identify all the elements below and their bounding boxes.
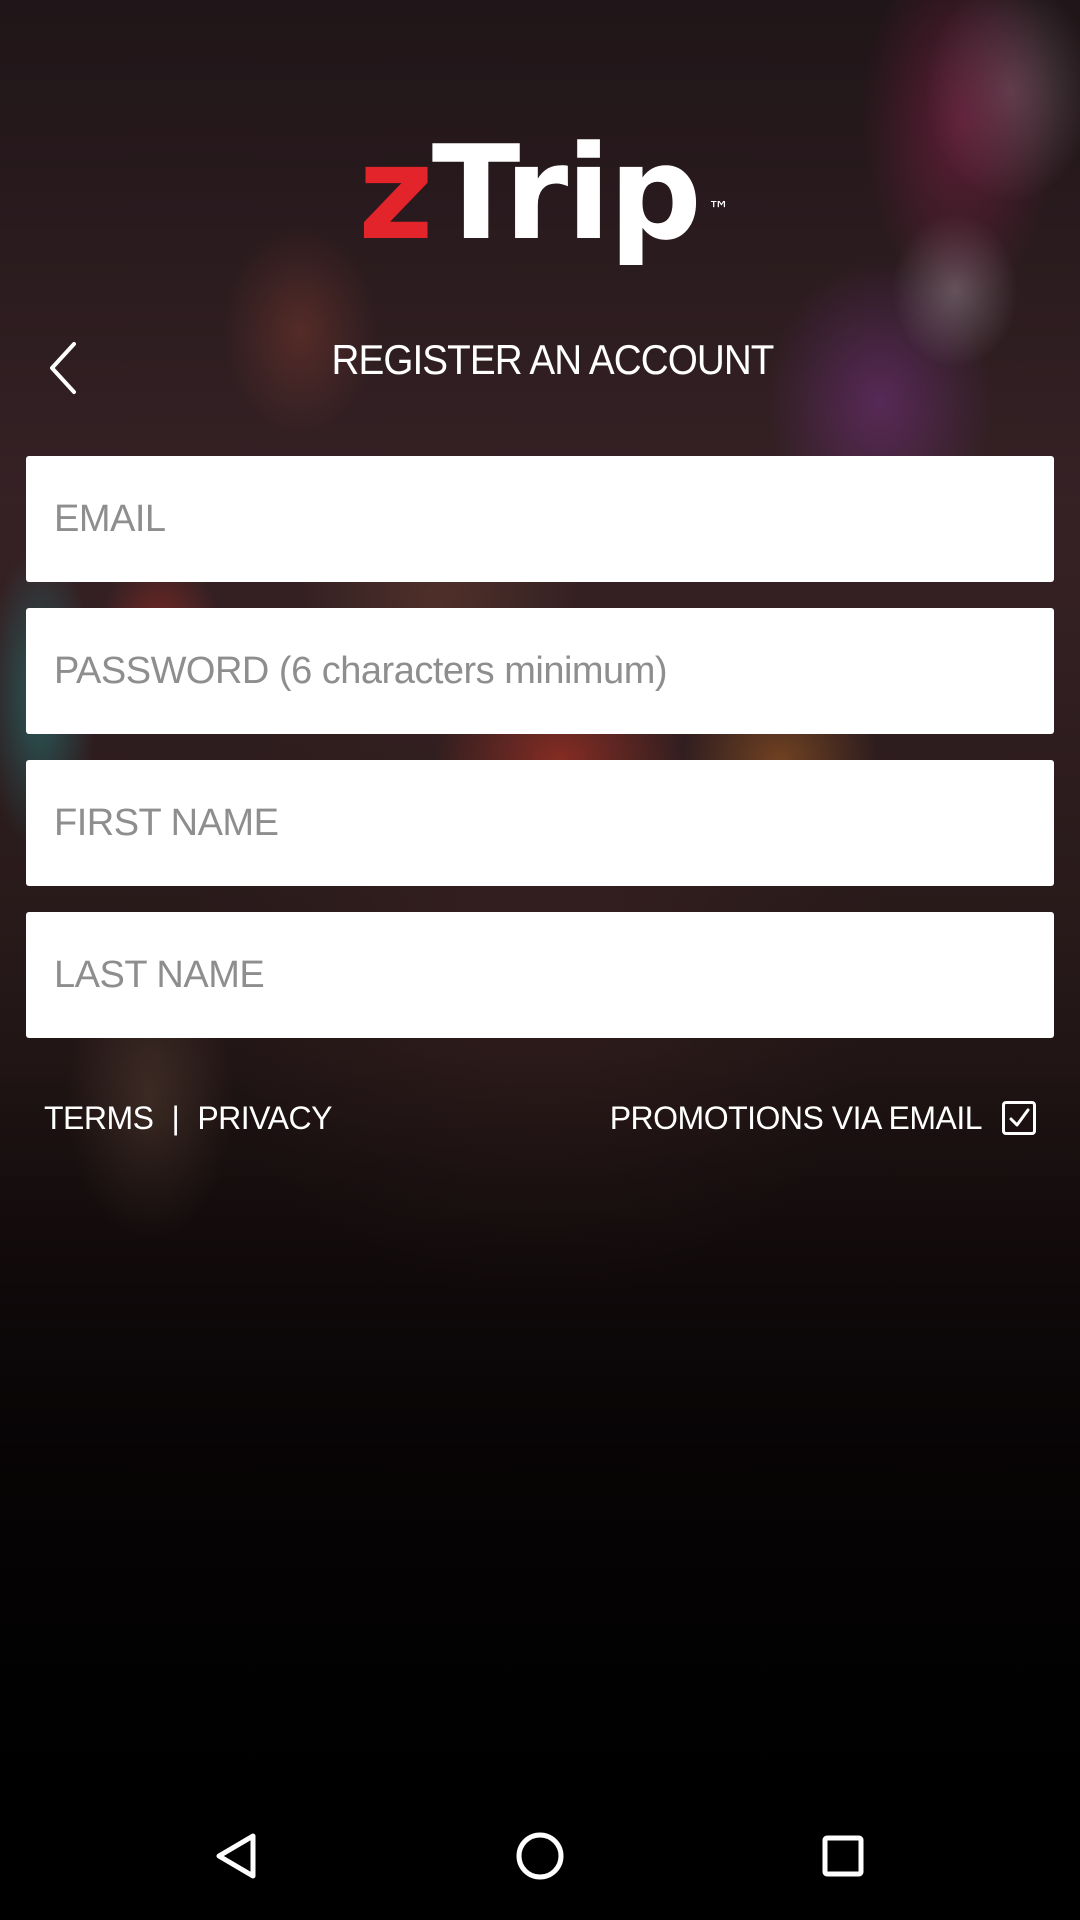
trademark-symbol: ™ [707, 198, 730, 223]
circle-home-icon [516, 1832, 564, 1880]
system-back-button[interactable] [147, 1792, 327, 1920]
system-home-button[interactable] [450, 1792, 630, 1920]
last-name-input[interactable] [52, 952, 1028, 998]
promotions-label: PROMOTIONS VIA EMAIL [609, 1099, 983, 1136]
ztrip-logo: zTrip ™ [0, 118, 1080, 268]
last-name-field[interactable] [26, 912, 1054, 1038]
first-name-input[interactable] [52, 800, 1028, 846]
terms-link[interactable]: TERMS [44, 1100, 154, 1137]
legal-links: TERMS | PRIVACY [44, 1094, 332, 1142]
link-separator: | [171, 1099, 180, 1136]
checkmark-icon [1009, 1108, 1030, 1127]
logo-wordmark: Trip [431, 117, 702, 269]
logo-letter-z: z [358, 117, 434, 269]
system-navigation-bar [0, 1792, 1080, 1920]
privacy-link[interactable]: PRIVACY [197, 1100, 332, 1137]
page-title: REGISTER AN ACCOUNT [331, 336, 775, 383]
square-recents-icon [822, 1835, 864, 1877]
email-field[interactable] [26, 456, 1054, 582]
triangle-back-icon [216, 1833, 256, 1879]
system-recents-button[interactable] [753, 1792, 933, 1920]
promotions-checkbox[interactable] [1002, 1101, 1036, 1135]
promotions-option: PROMOTIONS VIA EMAIL [610, 1094, 1036, 1142]
password-input[interactable] [52, 648, 1028, 694]
first-name-field[interactable] [26, 760, 1054, 886]
password-field[interactable] [26, 608, 1054, 734]
email-input[interactable] [52, 496, 1028, 542]
